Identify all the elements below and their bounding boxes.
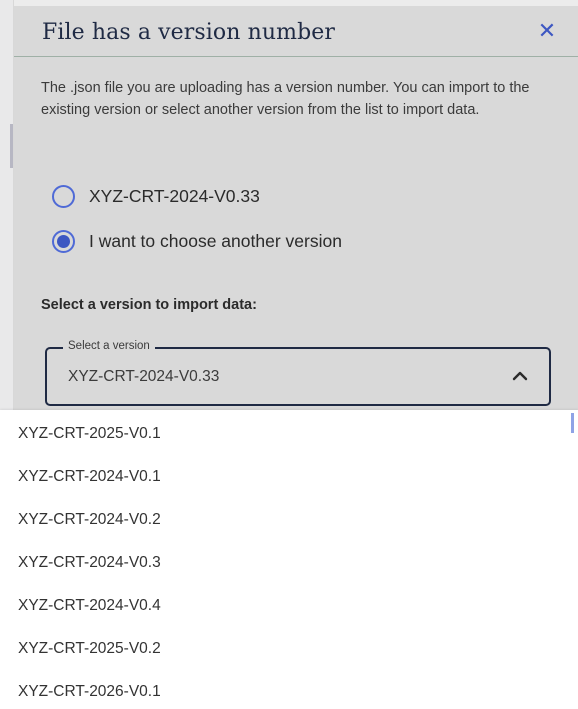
select-legend: Select a version — [63, 340, 155, 352]
dropdown-option[interactable]: XYZ-CRT-2024-V0.3 — [18, 554, 161, 578]
radio-button-choose-another[interactable] — [52, 229, 75, 253]
radio-option-current-version[interactable]: XYZ-CRT-2024-V0.33 — [52, 183, 260, 209]
radio-label-choose-another: I want to choose another version — [89, 230, 342, 251]
dialog-header: File has a version number ✕ — [14, 6, 578, 57]
dropdown-option[interactable]: XYZ-CRT-2025-V0.2 — [18, 640, 161, 664]
dropdown-option[interactable]: XYZ-CRT-2024-V0.4 — [18, 597, 161, 621]
radio-option-choose-another[interactable]: I want to choose another version — [52, 228, 342, 254]
select-value: XYZ-CRT-2024-V0.33 — [68, 368, 220, 385]
backdrop-accent-bar — [10, 124, 13, 168]
version-select[interactable]: Select a version XYZ-CRT-2024-V0.33 — [45, 340, 551, 406]
dropdown-scrollbar[interactable] — [571, 413, 574, 433]
select-version-heading: Select a version to import data: — [41, 297, 257, 313]
chevron-up-icon[interactable] — [511, 367, 529, 385]
dropdown-option[interactable]: XYZ-CRT-2024-V0.1 — [18, 468, 161, 492]
close-icon[interactable]: ✕ — [534, 18, 560, 44]
page: File has a version number ✕ The .json fi… — [0, 0, 578, 709]
dropdown-option[interactable]: XYZ-CRT-2025-V0.1 — [18, 425, 161, 449]
radio-button-current-version[interactable] — [52, 184, 75, 208]
radio-label-current-version: XYZ-CRT-2024-V0.33 — [89, 185, 260, 206]
dialog-description: The .json file you are uploading has a v… — [41, 80, 530, 118]
dropdown-option[interactable]: XYZ-CRT-2026-V0.1 — [18, 683, 161, 707]
version-dropdown-list[interactable]: XYZ-CRT-2025-V0.1 XYZ-CRT-2024-V0.1 XYZ-… — [0, 410, 578, 709]
dialog-title: File has a version number — [42, 20, 336, 45]
dropdown-option[interactable]: XYZ-CRT-2024-V0.2 — [18, 511, 161, 535]
